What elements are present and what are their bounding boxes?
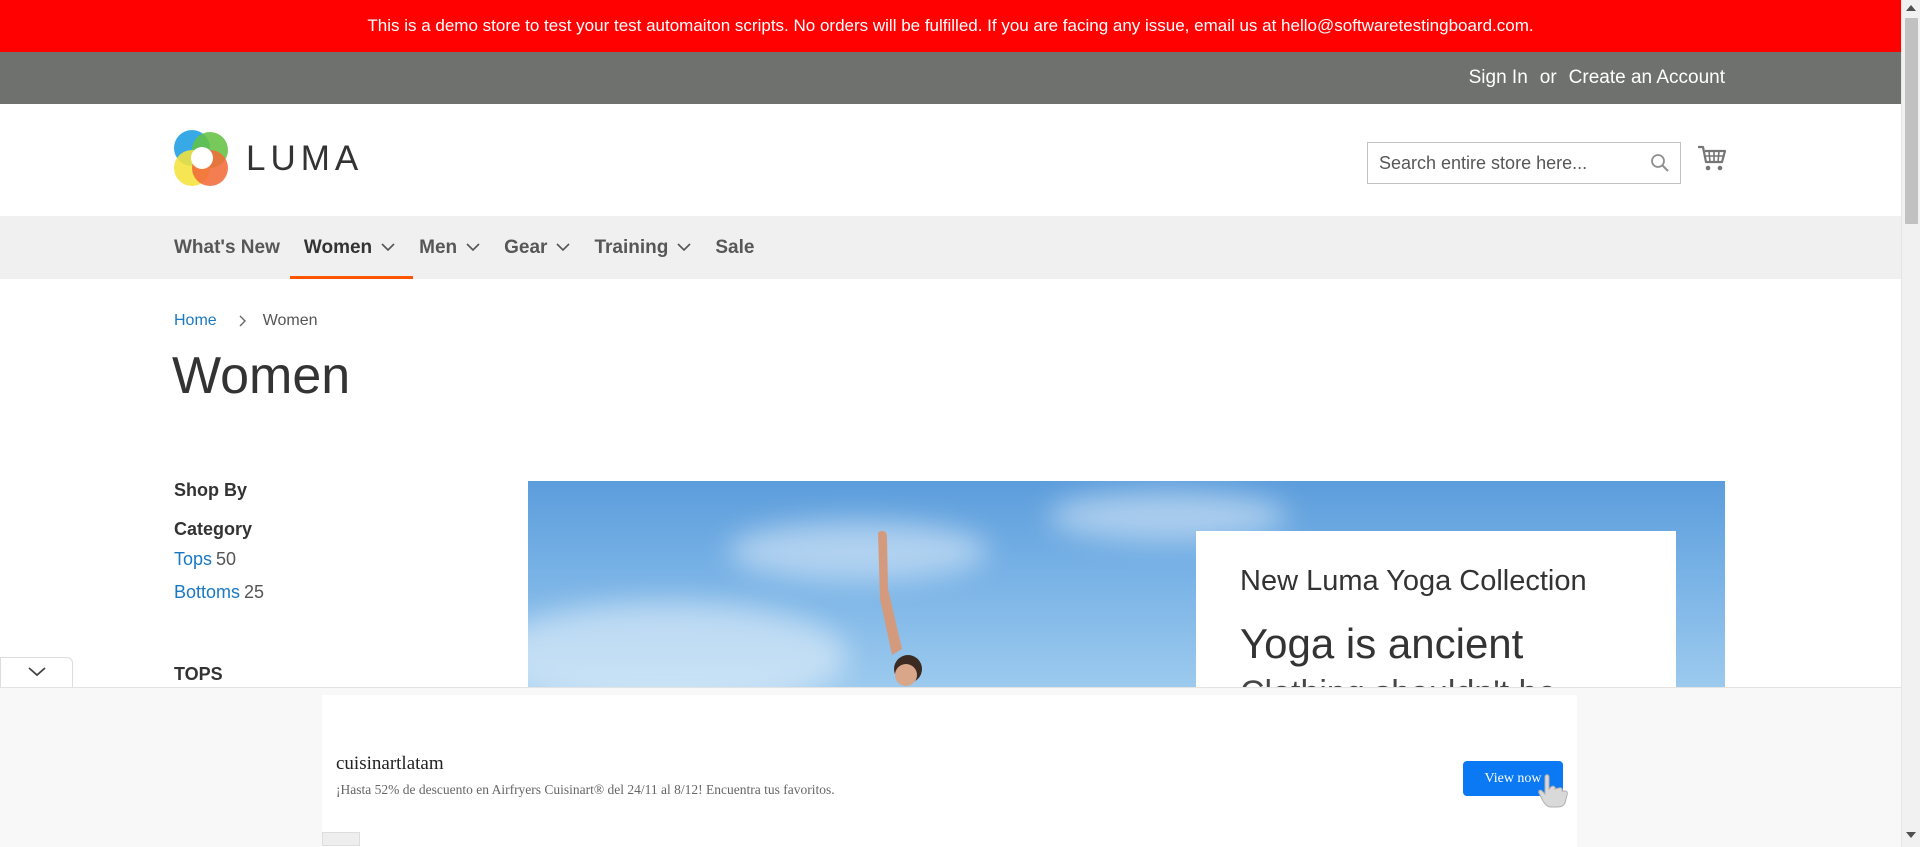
category-filter-title: Category: [174, 519, 253, 539]
chevron-down-icon: [677, 243, 691, 252]
ad-collapse-toggle[interactable]: [0, 657, 73, 687]
breadcrumb-current: Women: [262, 312, 318, 329]
sign-in-link[interactable]: Sign In: [1469, 67, 1528, 89]
luma-logo[interactable]: LUMA: [174, 130, 363, 188]
hero-banner[interactable]: New Luma Yoga Collection Yoga is ancient…: [528, 481, 1725, 687]
hero-headline: Yoga is ancient: [1240, 620, 1524, 667]
search-box: [1367, 142, 1681, 184]
nav-item-women[interactable]: Women: [289, 216, 419, 279]
site-header: LUMA: [0, 104, 1901, 216]
ad-description: ¡Hasta 52% de descuento en Airfryers Cui…: [336, 782, 835, 797]
nav-item-label: Gear: [504, 236, 548, 258]
ad-overlay-bar: cuisinartlatam ¡Hasta 52% de descuento e…: [0, 687, 1901, 847]
nav-item-label: Men: [419, 236, 458, 258]
nav-item-label: Women: [303, 236, 373, 258]
nav-item-what-s-new[interactable]: What's New: [174, 216, 304, 279]
main-navigation: What's New Women Men Gear Training Sale: [0, 216, 1901, 279]
nav-item-sale[interactable]: Sale: [715, 216, 778, 279]
category-item-bottoms: Bottoms 25: [174, 582, 514, 603]
hero-promo-card: New Luma Yoga Collection Yoga is ancient…: [1196, 531, 1676, 687]
search-input[interactable]: [1368, 143, 1628, 183]
hero-subtitle: New Luma Yoga Collection: [1240, 565, 1587, 597]
nav-item-label: Sale: [715, 236, 755, 258]
nav-item-men[interactable]: Men: [419, 216, 504, 279]
breadcrumb-home-link[interactable]: Home: [174, 312, 217, 330]
page-scrollbar[interactable]: [1901, 0, 1920, 847]
sky-cloud: [528, 601, 848, 687]
sidebar-filters: Shop By Category Tops 50 Bottoms 25: [174, 480, 514, 603]
category-item-tops: Tops 50: [174, 549, 514, 570]
account-bar: Sign In or Create an Account: [0, 52, 1901, 104]
scroll-down-arrow-icon[interactable]: [1906, 832, 1916, 842]
category-count: 25: [244, 582, 265, 602]
nav-item-gear[interactable]: Gear: [504, 216, 594, 279]
category-count: 50: [216, 549, 237, 569]
nav-item-training[interactable]: Training: [594, 216, 715, 279]
ad-content[interactable]: cuisinartlatam ¡Hasta 52% de descuento e…: [322, 695, 1577, 847]
create-account-link[interactable]: Create an Account: [1569, 67, 1725, 89]
shop-by-heading: Shop By: [174, 480, 248, 500]
chevron-down-icon: [556, 243, 571, 252]
scrollbar-thumb[interactable]: [1905, 18, 1918, 224]
ad-title: cuisinartlatam: [336, 753, 444, 774]
category-link-tops[interactable]: Tops: [174, 549, 212, 569]
ad-choices-badge[interactable]: [322, 832, 360, 846]
demo-banner-text: This is a demo store to test your test a…: [367, 16, 1534, 35]
hero-headline-line2: Clothing shouldn't be: [1240, 674, 1632, 687]
nav-item-label: What's New: [174, 236, 280, 258]
demo-store-banner: This is a demo store to test your test a…: [0, 0, 1901, 52]
scroll-up-arrow-icon[interactable]: [1906, 5, 1916, 15]
nav-item-label: Training: [594, 236, 669, 258]
search-icon[interactable]: [1650, 153, 1670, 178]
page-title: Women: [172, 347, 351, 405]
or-separator: or: [1539, 67, 1557, 88]
account-links: Sign In or Create an Account: [1469, 52, 1725, 104]
yoga-woman-image: [878, 530, 922, 686]
category-link-bottoms[interactable]: Bottoms: [174, 582, 240, 602]
nav-menu: What's New Women Men Gear Training Sale: [174, 216, 778, 279]
tops-section-heading: TOPS: [174, 664, 223, 684]
shopping-cart-icon[interactable]: [1697, 144, 1727, 177]
chevron-right-icon: [239, 315, 247, 327]
breadcrumb: Home Women: [174, 312, 318, 330]
luma-logo-icon: [174, 130, 230, 188]
hand-pointer-icon: [1537, 773, 1569, 814]
chevron-down-icon: [381, 243, 395, 252]
logo-text: LUMA: [246, 139, 364, 178]
chevron-down-icon: [466, 243, 480, 252]
chevron-down-icon: [27, 664, 46, 682]
